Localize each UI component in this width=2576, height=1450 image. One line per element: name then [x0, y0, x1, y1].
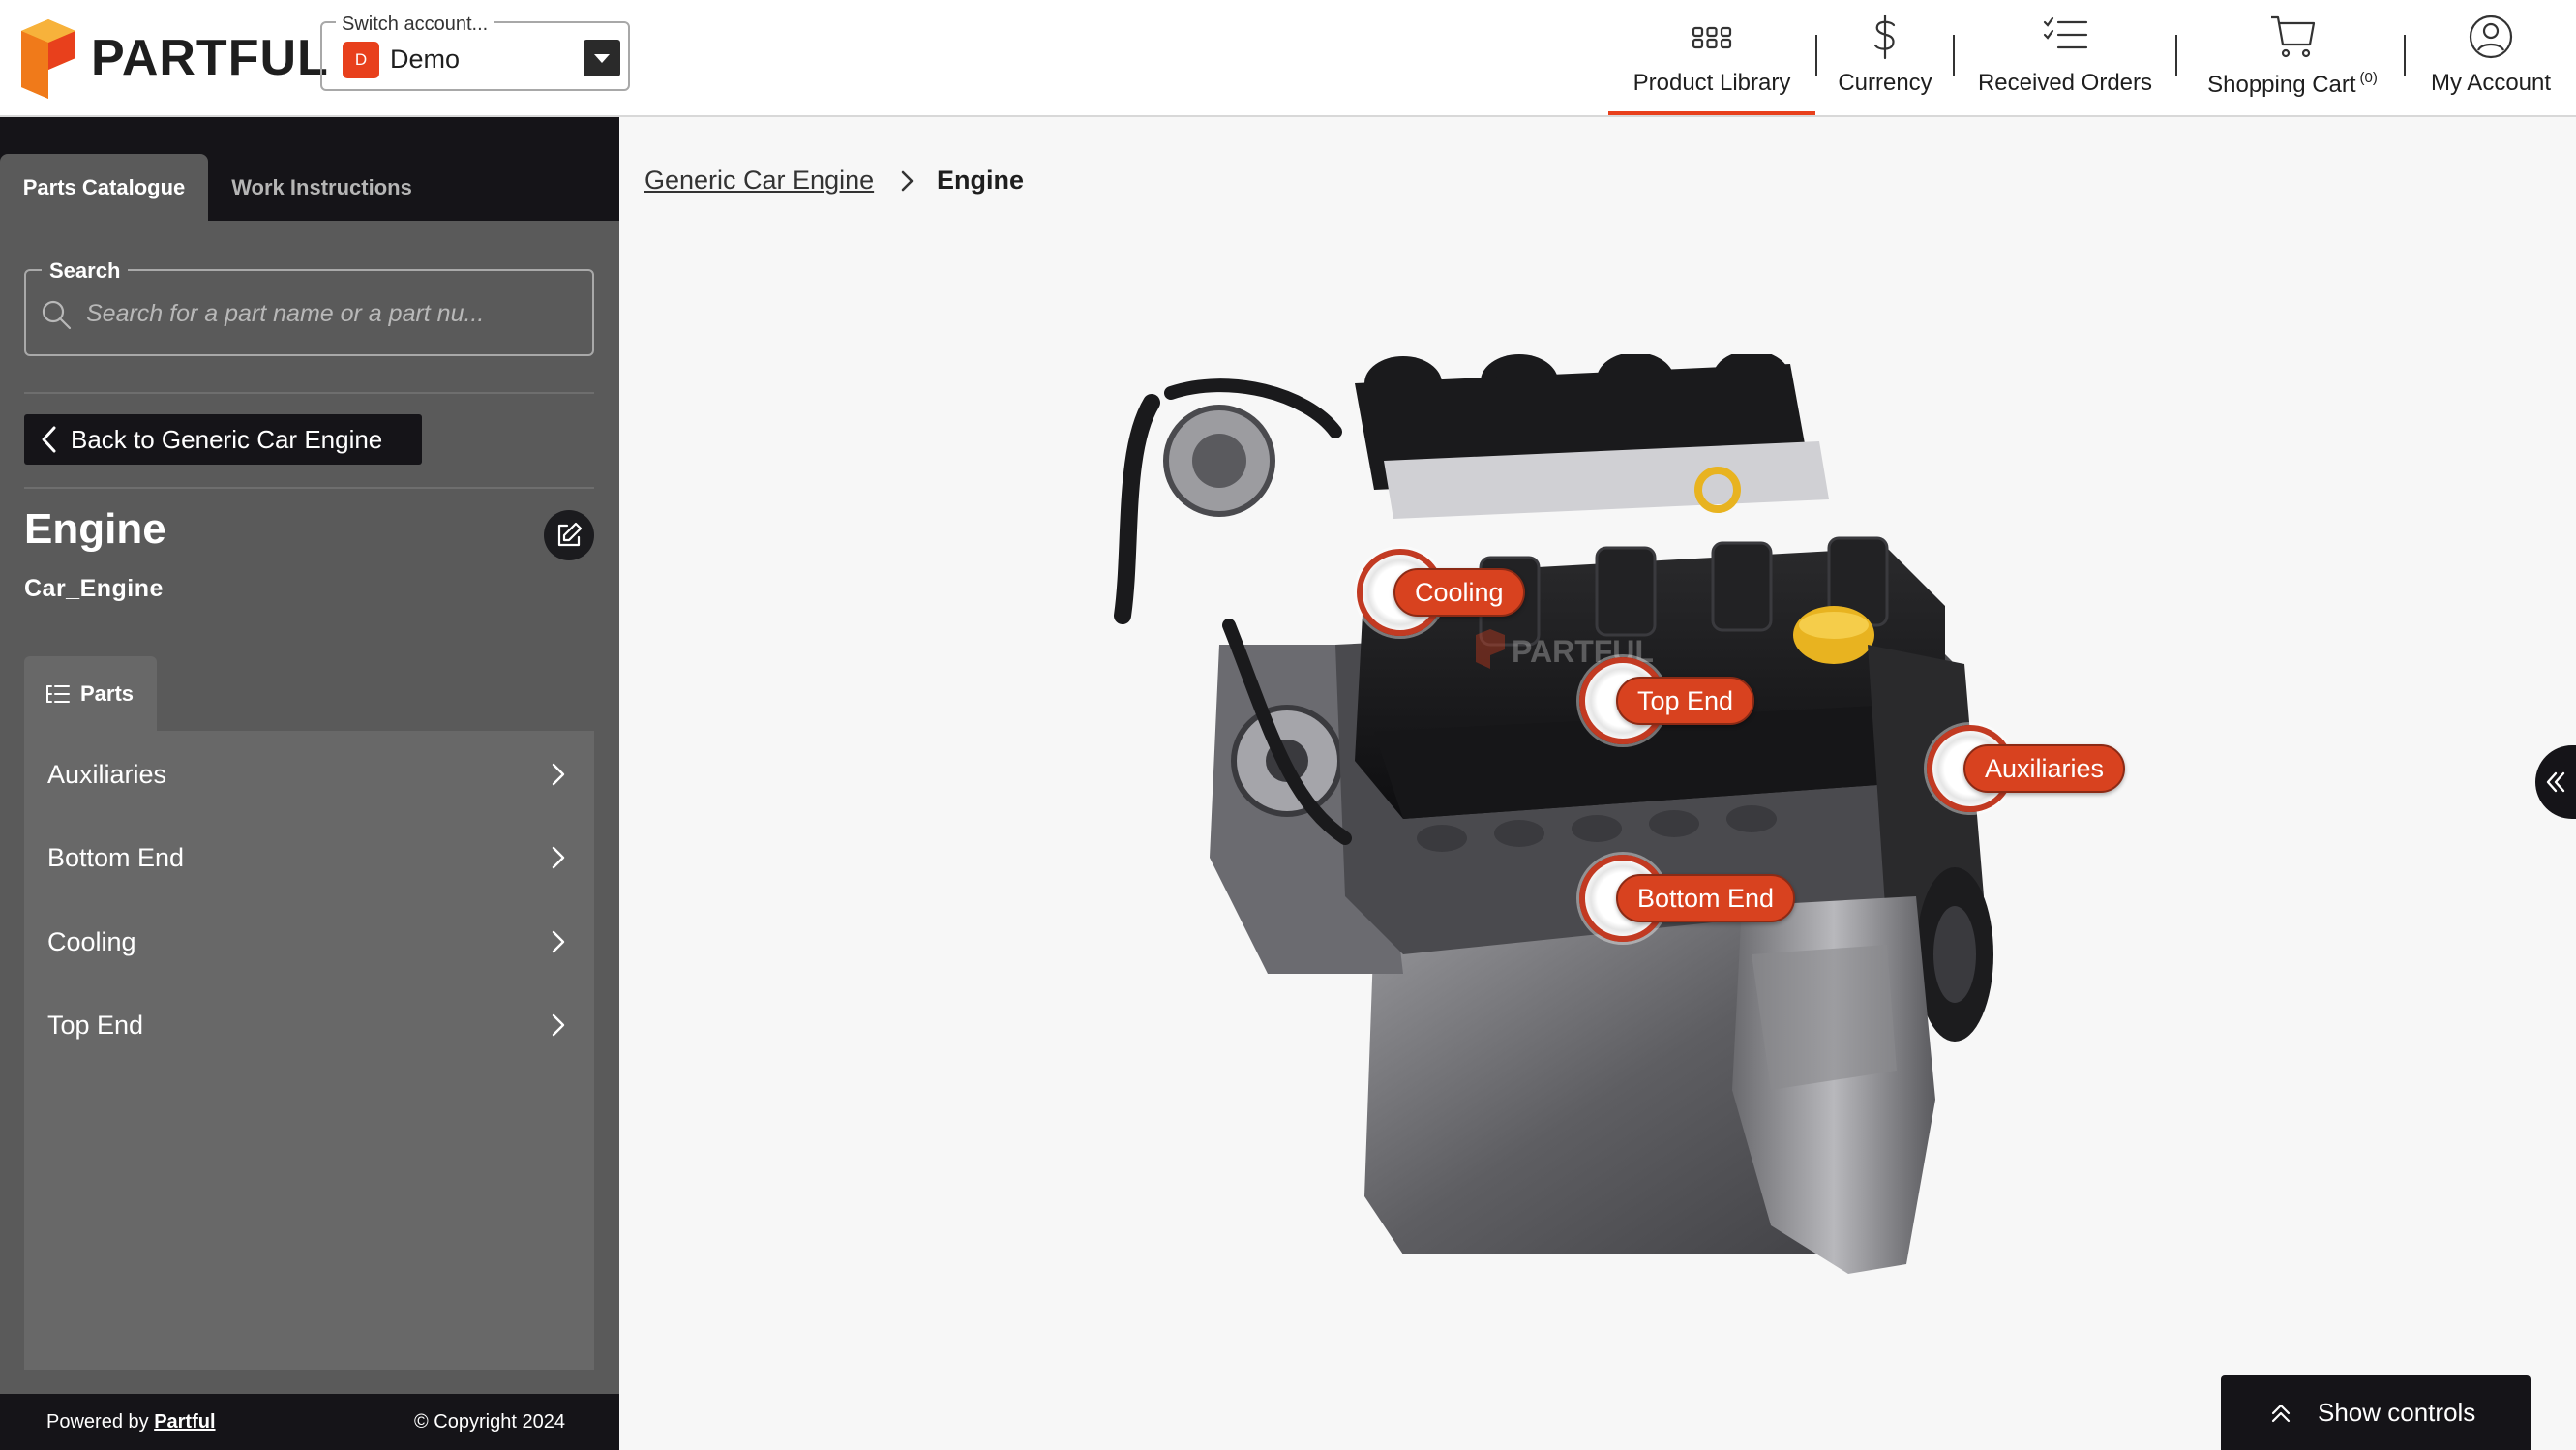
- double-chevron-left-icon: [2546, 771, 2565, 793]
- nav-product-library[interactable]: Product Library: [1608, 0, 1815, 115]
- main-viewer: Generic Car Engine Engine PARTFUL Coolin…: [619, 117, 2576, 1450]
- nav-separator: [1815, 35, 1817, 76]
- nav-separator: [2175, 35, 2177, 76]
- edit-icon: [557, 522, 583, 547]
- list-item-auxiliaries[interactable]: Auxiliaries: [24, 733, 594, 816]
- grid-icon: [1692, 26, 1732, 49]
- nav-currency[interactable]: Currency: [1829, 0, 1941, 115]
- nav-separator: [2404, 35, 2406, 76]
- page-subtitle: Car_Engine: [24, 575, 164, 602]
- list-item-bottom-end[interactable]: Bottom End: [24, 816, 594, 899]
- page-title: Engine: [24, 505, 166, 553]
- list-item-label: Auxiliaries: [47, 759, 167, 789]
- search-input[interactable]: [86, 290, 570, 337]
- sidebar-footer: Powered by Partful © Copyright 2024: [0, 1394, 619, 1450]
- account-switcher[interactable]: Switch account... D Demo: [320, 14, 630, 91]
- list-item-cooling[interactable]: Cooling: [24, 900, 594, 983]
- partful-link[interactable]: Partful: [154, 1411, 215, 1433]
- hotspot-label: Cooling: [1393, 568, 1525, 617]
- list-item-label: Cooling: [47, 926, 136, 956]
- account-name: Demo: [390, 45, 461, 74]
- nav-received-orders[interactable]: Received Orders: [1968, 0, 2162, 115]
- list-item-label: Top End: [47, 1010, 144, 1040]
- cart-count: (0): [2359, 70, 2378, 86]
- account-badge: D: [343, 42, 379, 78]
- sidebar-tabs: Parts Catalogue Work Instructions: [0, 117, 619, 221]
- chevron-left-icon: [30, 414, 69, 465]
- back-button[interactable]: Back to Generic Car Engine: [24, 414, 422, 465]
- partful-logo-icon[interactable]: [21, 19, 75, 99]
- hotspot-label: Bottom End: [1616, 874, 1796, 922]
- powered-by: Powered by Partful: [46, 1411, 216, 1434]
- hotspot-label: Auxiliaries: [1963, 744, 2126, 793]
- divider: [24, 487, 594, 489]
- nav-currency-label: Currency: [1838, 70, 1932, 96]
- nav-my-account-label: My Account: [2430, 70, 2552, 96]
- edit-button[interactable]: [544, 510, 594, 560]
- nav-my-account[interactable]: My Account: [2419, 0, 2562, 115]
- search-box: Search: [24, 258, 594, 356]
- chevron-right-icon: [901, 170, 914, 192]
- chevron-down-icon[interactable]: [584, 40, 620, 76]
- tree-list-icon: [46, 684, 70, 703]
- divider: [24, 392, 594, 394]
- account-switcher-legend: Switch account...: [336, 14, 494, 36]
- chevron-right-icon: [552, 846, 565, 869]
- dollar-icon: [1873, 14, 1896, 60]
- back-button-label: Back to Generic Car Engine: [71, 424, 383, 454]
- chevron-right-icon: [552, 930, 565, 953]
- double-chevron-up-icon: [2271, 1404, 2291, 1422]
- list-item-label: Bottom End: [47, 842, 185, 872]
- nav-received-orders-label: Received Orders: [1977, 70, 2153, 96]
- sidebar: Parts Catalogue Work Instructions Search…: [0, 117, 619, 1450]
- nav-shopping-cart-label: Shopping Cart (0): [2191, 70, 2394, 99]
- tab-parts-catalogue[interactable]: Parts Catalogue: [0, 154, 208, 221]
- list-item-top-end[interactable]: Top End: [24, 983, 594, 1067]
- hotspot-label: Top End: [1616, 677, 1755, 725]
- cart-label: Shopping Cart: [2207, 72, 2356, 98]
- checklist-icon: [2043, 16, 2088, 49]
- parts-list: Auxiliaries Bottom End Cooling Top End: [24, 731, 594, 1370]
- nav-separator: [1953, 35, 1955, 76]
- brand-name[interactable]: PARTFUL: [91, 29, 329, 87]
- tab-work-instructions[interactable]: Work Instructions: [208, 154, 435, 221]
- nav-shopping-cart[interactable]: Shopping Cart (0): [2191, 0, 2394, 115]
- parts-tab[interactable]: Parts: [24, 656, 157, 731]
- search-icon: [42, 300, 72, 330]
- top-header: PARTFUL Switch account... D Demo Product…: [0, 0, 2576, 117]
- search-legend: Search: [42, 258, 129, 284]
- user-icon: [2469, 15, 2513, 59]
- powered-by-text: Powered by: [46, 1411, 149, 1433]
- collapse-panel-button[interactable]: [2535, 745, 2576, 819]
- show-controls-button[interactable]: Show controls: [2221, 1375, 2531, 1450]
- cart-icon: [2271, 15, 2316, 58]
- breadcrumb-parent-link[interactable]: Generic Car Engine: [644, 166, 874, 196]
- breadcrumb-current: Engine: [937, 166, 1025, 195]
- chevron-right-icon: [552, 1013, 565, 1037]
- nav-product-library-label: Product Library: [1632, 70, 1791, 96]
- show-controls-label: Show controls: [2318, 1398, 2476, 1427]
- parts-tab-label: Parts: [80, 680, 135, 706]
- chevron-right-icon: [552, 763, 565, 786]
- copyright: © Copyright 2024: [414, 1411, 565, 1433]
